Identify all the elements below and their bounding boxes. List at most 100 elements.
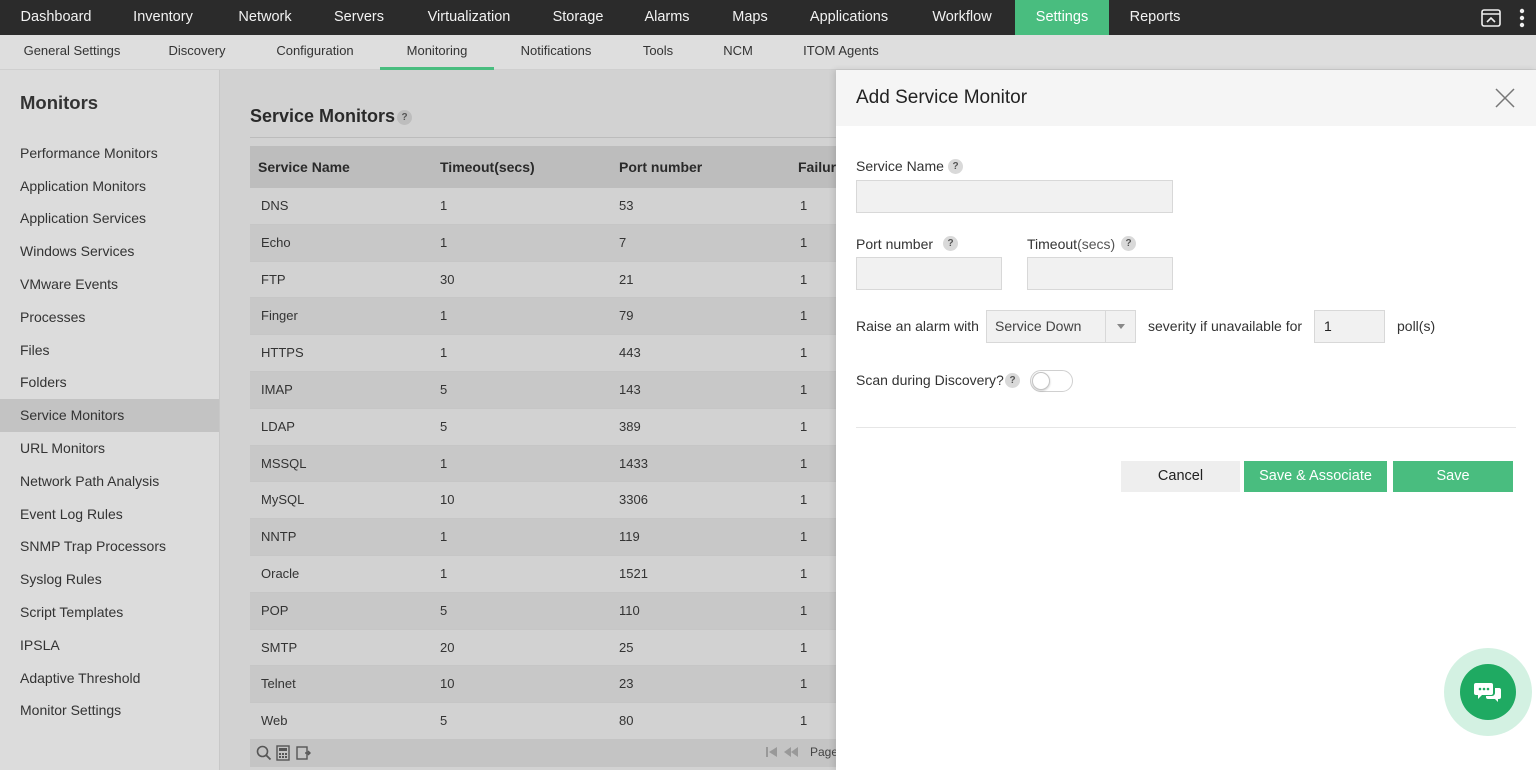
column-header-port-number[interactable]: Port number xyxy=(619,146,702,188)
sidebar-item-event-log-rules[interactable]: Event Log Rules xyxy=(0,498,219,531)
service-name-help-icon[interactable]: ? xyxy=(948,159,963,174)
sidebar-item-vmware-events[interactable]: VMware Events xyxy=(0,268,219,301)
sidebar-item-adaptive-threshold[interactable]: Adaptive Threshold xyxy=(0,662,219,695)
save-and-associate-button[interactable]: Save & Associate xyxy=(1244,461,1387,492)
alarm-middle-label: severity if unavailable for xyxy=(1148,318,1303,334)
help-icon[interactable]: ? xyxy=(397,110,412,125)
table-row[interactable]: Finger 1 79 1 xyxy=(250,298,836,336)
first-page-icon[interactable] xyxy=(765,745,779,764)
more-vertical-icon[interactable] xyxy=(1510,0,1534,35)
table-row[interactable]: MSSQL 1 1433 1 xyxy=(250,445,836,483)
tab-settings[interactable]: Settings xyxy=(1015,0,1109,35)
scan-during-discovery-toggle[interactable] xyxy=(1030,370,1073,392)
top-navigation-bar: Dashboard Inventory Network Servers Virt… xyxy=(0,0,1536,35)
tab-network[interactable]: Network xyxy=(222,0,308,35)
subtab-general-settings[interactable]: General Settings xyxy=(12,35,132,70)
tab-servers[interactable]: Servers xyxy=(322,0,396,35)
sidebar-item-ipsla[interactable]: IPSLA xyxy=(0,629,219,662)
tab-virtualization[interactable]: Virtualization xyxy=(410,0,528,35)
table-row[interactable]: FTP 30 21 1 xyxy=(250,262,836,299)
sidebar-item-performance-monitors[interactable]: Performance Monitors xyxy=(0,137,219,170)
subtab-tools[interactable]: Tools xyxy=(630,35,686,70)
table-body: DNS 1 53 1 Echo 1 7 1 FTP 30 21 1 Finger 1 79 1 HTTPS 1 44… xyxy=(250,188,836,740)
scan-help-icon[interactable]: ? xyxy=(1005,373,1020,388)
sidebar-item-url-monitors[interactable]: URL Monitors xyxy=(0,432,219,465)
sidebar-item-application-monitors[interactable]: Application Monitors xyxy=(0,170,219,203)
cell-port: 53 xyxy=(619,198,634,213)
sidebar-item-network-path-analysis[interactable]: Network Path Analysis xyxy=(0,465,219,498)
main-content: Service Monitors ? Service Name Timeout(… xyxy=(220,70,836,770)
cell-port: 79 xyxy=(619,308,634,324)
tab-dashboard[interactable]: Dashboard xyxy=(8,0,104,35)
service-name-input[interactable] xyxy=(856,180,1173,213)
table-row[interactable]: SMTP 20 25 1 xyxy=(250,630,836,667)
table-row[interactable]: LDAP 5 389 1 xyxy=(250,409,836,446)
tab-storage[interactable]: Storage xyxy=(542,0,614,35)
monitors-sidebar: Monitors Performance Monitors Applicatio… xyxy=(0,70,220,770)
sidebar-item-processes[interactable]: Processes xyxy=(0,301,219,334)
tab-alarms[interactable]: Alarms xyxy=(630,0,704,35)
toggle-knob xyxy=(1032,372,1050,390)
table-row[interactable]: Web 5 80 1 xyxy=(250,703,836,740)
export-icon[interactable] xyxy=(296,745,312,766)
table-row[interactable]: Oracle 1 1521 1 xyxy=(250,556,836,593)
subtab-ncm[interactable]: NCM xyxy=(708,35,768,70)
tab-workflow[interactable]: Workflow xyxy=(918,0,1006,35)
subtab-monitoring[interactable]: Monitoring xyxy=(380,35,494,70)
previous-page-icon[interactable] xyxy=(783,745,799,764)
sidebar-item-syslog-rules[interactable]: Syslog Rules xyxy=(0,563,219,596)
column-header-service-name[interactable]: Service Name xyxy=(258,146,350,188)
cell-port: 25 xyxy=(619,639,634,655)
subtab-notifications[interactable]: Notifications xyxy=(506,35,606,70)
cell-service-name: HTTPS xyxy=(261,345,304,361)
screen-share-icon[interactable] xyxy=(1479,0,1503,35)
subtab-discovery[interactable]: Discovery xyxy=(152,35,242,70)
polls-input[interactable]: 1 xyxy=(1314,310,1385,343)
cell-service-name: MSSQL xyxy=(261,455,307,471)
page-title: Service Monitors xyxy=(250,106,396,126)
table-row[interactable]: Echo 1 7 1 xyxy=(250,224,836,262)
calculator-icon[interactable] xyxy=(276,745,290,766)
tab-applications[interactable]: Applications xyxy=(796,0,902,35)
cell-timeout: 1 xyxy=(440,234,448,250)
port-number-input[interactable] xyxy=(856,257,1002,290)
sidebar-item-application-services[interactable]: Application Services xyxy=(0,202,219,235)
timeout-help-icon[interactable]: ? xyxy=(1121,236,1136,251)
table-row[interactable]: DNS 1 53 1 xyxy=(250,188,836,225)
chat-icon[interactable] xyxy=(1460,664,1516,720)
search-icon[interactable] xyxy=(256,745,272,766)
settings-sub-navigation: General Settings Discovery Configuration… xyxy=(0,35,1536,70)
save-button[interactable]: Save xyxy=(1393,461,1513,492)
cell-failure: 1 xyxy=(800,198,808,213)
sidebar-item-folders[interactable]: Folders xyxy=(0,366,219,399)
cell-timeout: 1 xyxy=(440,308,448,324)
cancel-button[interactable]: Cancel xyxy=(1121,461,1240,492)
tab-inventory[interactable]: Inventory xyxy=(118,0,208,35)
timeout-label-text: Timeout xyxy=(1027,236,1078,252)
subtab-configuration[interactable]: Configuration xyxy=(262,35,368,70)
table-row[interactable]: NNTP 1 119 1 xyxy=(250,519,836,556)
table-row[interactable]: IMAP 5 143 1 xyxy=(250,371,836,409)
table-row[interactable]: POP 5 110 1 xyxy=(250,592,836,630)
subtab-itom-agents[interactable]: ITOM Agents xyxy=(790,35,892,70)
close-icon[interactable] xyxy=(1494,87,1516,109)
sidebar-item-script-templates[interactable]: Script Templates xyxy=(0,596,219,629)
port-number-help-icon[interactable]: ? xyxy=(943,236,958,251)
cell-failure: 1 xyxy=(800,676,808,692)
tab-reports[interactable]: Reports xyxy=(1118,0,1192,35)
table-header: Service Name Timeout(secs) Port number F… xyxy=(250,146,836,188)
column-header-timeout[interactable]: Timeout(secs) xyxy=(440,146,535,188)
sidebar-item-monitor-settings[interactable]: Monitor Settings xyxy=(0,694,219,727)
table-row[interactable]: MySQL 10 3306 1 xyxy=(250,482,836,520)
column-header-failure[interactable]: Failure xyxy=(798,146,836,188)
table-row[interactable]: HTTPS 1 443 1 xyxy=(250,335,836,372)
timeout-input[interactable] xyxy=(1027,257,1173,290)
tab-maps[interactable]: Maps xyxy=(720,0,780,35)
table-row[interactable]: Telnet 10 23 1 xyxy=(250,666,836,704)
sidebar-item-files[interactable]: Files xyxy=(0,334,219,367)
severity-select[interactable]: Service Down xyxy=(986,310,1136,343)
sidebar-item-snmp-trap-processors[interactable]: SNMP Trap Processors xyxy=(0,530,219,563)
sidebar-item-windows-services[interactable]: Windows Services xyxy=(0,235,219,268)
dialog-header: Add Service Monitor xyxy=(836,70,1536,126)
sidebar-item-service-monitors[interactable]: Service Monitors xyxy=(0,399,219,432)
